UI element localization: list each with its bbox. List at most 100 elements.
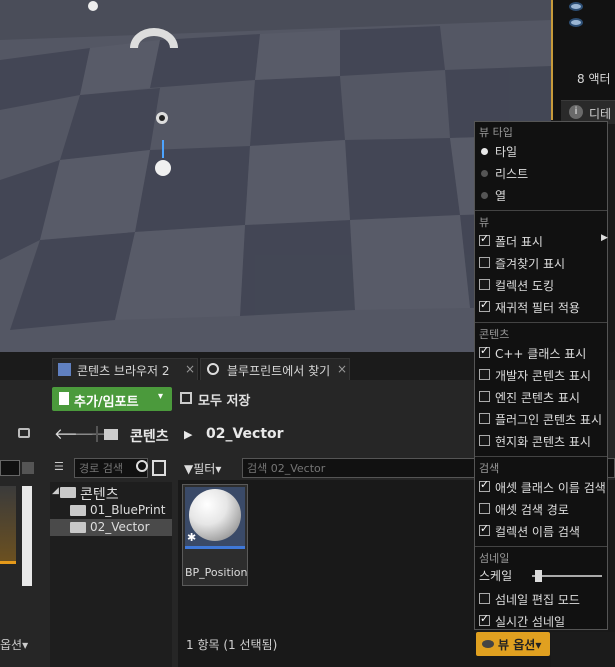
checkbox-icon: [479, 344, 490, 358]
menu-item-label: 엔진 콘텐츠 표시: [495, 391, 580, 405]
asset-thumbnail: ✱: [185, 487, 245, 549]
tree-node-blueprint[interactable]: 01_BluePrint: [50, 502, 172, 519]
menu-item-label: 재귀적 필터 적용: [495, 301, 580, 315]
level-viewport[interactable]: [0, 0, 551, 352]
checkbox-icon: [479, 503, 490, 514]
sources-menu-icon[interactable]: [152, 460, 166, 476]
expand-arrow-icon[interactable]: ◢: [52, 486, 59, 496]
search-icon: [207, 363, 219, 375]
menu-item-label: 리스트: [495, 167, 529, 181]
checkbox-icon: [479, 279, 490, 290]
visibility-eye-icon[interactable]: [569, 18, 583, 27]
chevron-down-icon: ▾: [158, 391, 164, 402]
save-icon[interactable]: [22, 462, 34, 474]
menu-item-label: 실시간 섬네일: [495, 615, 566, 629]
filter-lines-icon[interactable]: ☰: [54, 460, 72, 476]
submenu-arrow-icon: ▶: [601, 233, 608, 243]
save-icon: [180, 392, 192, 404]
sources-search: ☰: [54, 458, 170, 478]
view-options-label: 뷰 옵션▾: [498, 638, 542, 652]
separator: [475, 546, 607, 547]
radio-icon: [481, 192, 488, 199]
menu-item-show-cpp[interactable]: C++ 클래스 표시: [475, 342, 607, 364]
content-browser-icon: [58, 363, 71, 376]
section-view-type: 뷰 타입: [479, 126, 513, 139]
asset-tile[interactable]: ✱ BP_Position: [182, 484, 248, 586]
breadcrumb-current[interactable]: 02_Vector: [206, 426, 284, 442]
scale-slider-track[interactable]: [532, 575, 602, 577]
folder-icon: [70, 522, 86, 533]
menu-item-show-localized[interactable]: 현지화 콘텐츠 표시: [475, 430, 607, 452]
menu-item-thumbnail-edit[interactable]: 섬네일 편집 모드: [475, 588, 607, 610]
tab-find-in-blueprints[interactable]: 블루프린트에서 찾기 ×: [200, 358, 350, 380]
add-import-label: 추가/임포트: [74, 395, 139, 410]
checkbox-icon: [479, 257, 490, 268]
folder-icon: [104, 429, 118, 440]
new-file-icon: [59, 392, 69, 405]
status-text: 1 항목 (1 선택됨): [186, 638, 278, 652]
tab-content-browser[interactable]: 콘텐츠 브라우저 2 ×: [52, 358, 198, 380]
info-icon: i: [569, 105, 583, 119]
menu-item-label: 플러그인 콘텐츠 표시: [495, 413, 602, 427]
view-options-label: 옵션: [0, 638, 23, 652]
tree-node-label: 02_Vector: [90, 520, 150, 534]
close-icon[interactable]: ×: [185, 362, 195, 376]
menu-item-label: 폴더 표시: [495, 235, 543, 249]
scrollbar[interactable]: [22, 486, 32, 586]
tab-label: 블루프린트에서 찾기: [227, 364, 331, 378]
checkbox-icon: [479, 391, 490, 402]
menu-item-search-paths[interactable]: 애셋 검색 경로: [475, 498, 607, 520]
menu-item-dock-collections[interactable]: 컬렉션 도킹: [475, 274, 607, 296]
view-options-button[interactable]: 뷰 옵션▾: [476, 632, 550, 656]
menu-item-search-collections[interactable]: 컬렉션 이름 검색: [475, 520, 607, 542]
view-options-menu: 뷰 타입 타일 리스트 열 뷰 폴더 표시 ▶ 즐겨찾기 표시 컬렉션 도킹: [474, 121, 608, 630]
visibility-eye-icon[interactable]: [569, 2, 583, 11]
radio-icon: [481, 148, 488, 155]
section-view: 뷰: [479, 216, 490, 229]
filters-label: 필터: [193, 462, 216, 476]
menu-item-show-plugin[interactable]: 플러그인 콘텐츠 표시: [475, 408, 607, 430]
tab-details-label: 디테: [589, 107, 612, 121]
breadcrumb-chevron-icon[interactable]: ▶: [184, 428, 192, 441]
breadcrumb-content[interactable]: 콘텐츠: [130, 426, 169, 446]
checkbox-icon: [479, 413, 490, 424]
menu-item-label: C++ 클래스 표시: [495, 347, 587, 361]
section-thumbnail: 섬네일: [479, 552, 510, 565]
scale-label: 스케일: [479, 569, 513, 583]
menu-item-show-engine[interactable]: 엔진 콘텐츠 표시: [475, 386, 607, 408]
asset-thumbnail[interactable]: [0, 486, 16, 564]
menu-item-label: 애셋 검색 경로: [495, 503, 569, 517]
menu-item-show-favorites[interactable]: 즐겨찾기 표시: [475, 252, 607, 274]
separator: [475, 210, 607, 211]
checkbox-icon: [479, 232, 490, 246]
search-icon[interactable]: [136, 460, 148, 472]
path-bar: 🡐 🡒 콘텐츠 ▶ 02_Vector: [52, 424, 476, 446]
dock-corner: [551, 632, 615, 667]
menu-item-columns[interactable]: 열: [475, 184, 607, 206]
scale-slider-handle[interactable]: [534, 570, 542, 582]
section-content: 콘텐츠: [479, 328, 510, 341]
menu-item-label: 애셋 클래스 이름 검색: [495, 481, 606, 495]
search-input[interactable]: [0, 460, 20, 476]
tree-node-vector[interactable]: 02_Vector: [50, 519, 172, 536]
lock-icon[interactable]: [18, 428, 30, 438]
menu-item-tile[interactable]: 타일: [475, 140, 607, 162]
asset-name: BP_Position: [185, 566, 248, 579]
menu-item-show-folders[interactable]: 폴더 표시 ▶: [475, 230, 608, 252]
view-options-button[interactable]: 옵션▾: [0, 634, 38, 656]
menu-item-recursive-filter[interactable]: 재귀적 필터 적용: [475, 296, 607, 318]
menu-item-realtime-thumbnails[interactable]: 실시간 섬네일: [475, 610, 607, 632]
menu-item-list[interactable]: 리스트: [475, 162, 607, 184]
add-import-button[interactable]: 추가/임포트 ▾: [52, 387, 172, 411]
menu-item-label: 즐겨찾기 표시: [495, 257, 566, 271]
checkbox-icon: [479, 522, 490, 536]
menu-item-show-developer[interactable]: 개발자 콘텐츠 표시: [475, 364, 607, 386]
section-search: 검색: [479, 462, 500, 475]
separator: [475, 456, 607, 457]
menu-item-search-class-names[interactable]: 애셋 클래스 이름 검색: [475, 476, 607, 498]
close-icon[interactable]: ×: [337, 362, 347, 376]
tree-node-content[interactable]: ◢ 콘텐츠: [50, 484, 172, 503]
light-icon: [88, 1, 98, 11]
checkbox-icon: [479, 593, 490, 604]
filters-button[interactable]: ▼필터▾: [184, 460, 221, 477]
